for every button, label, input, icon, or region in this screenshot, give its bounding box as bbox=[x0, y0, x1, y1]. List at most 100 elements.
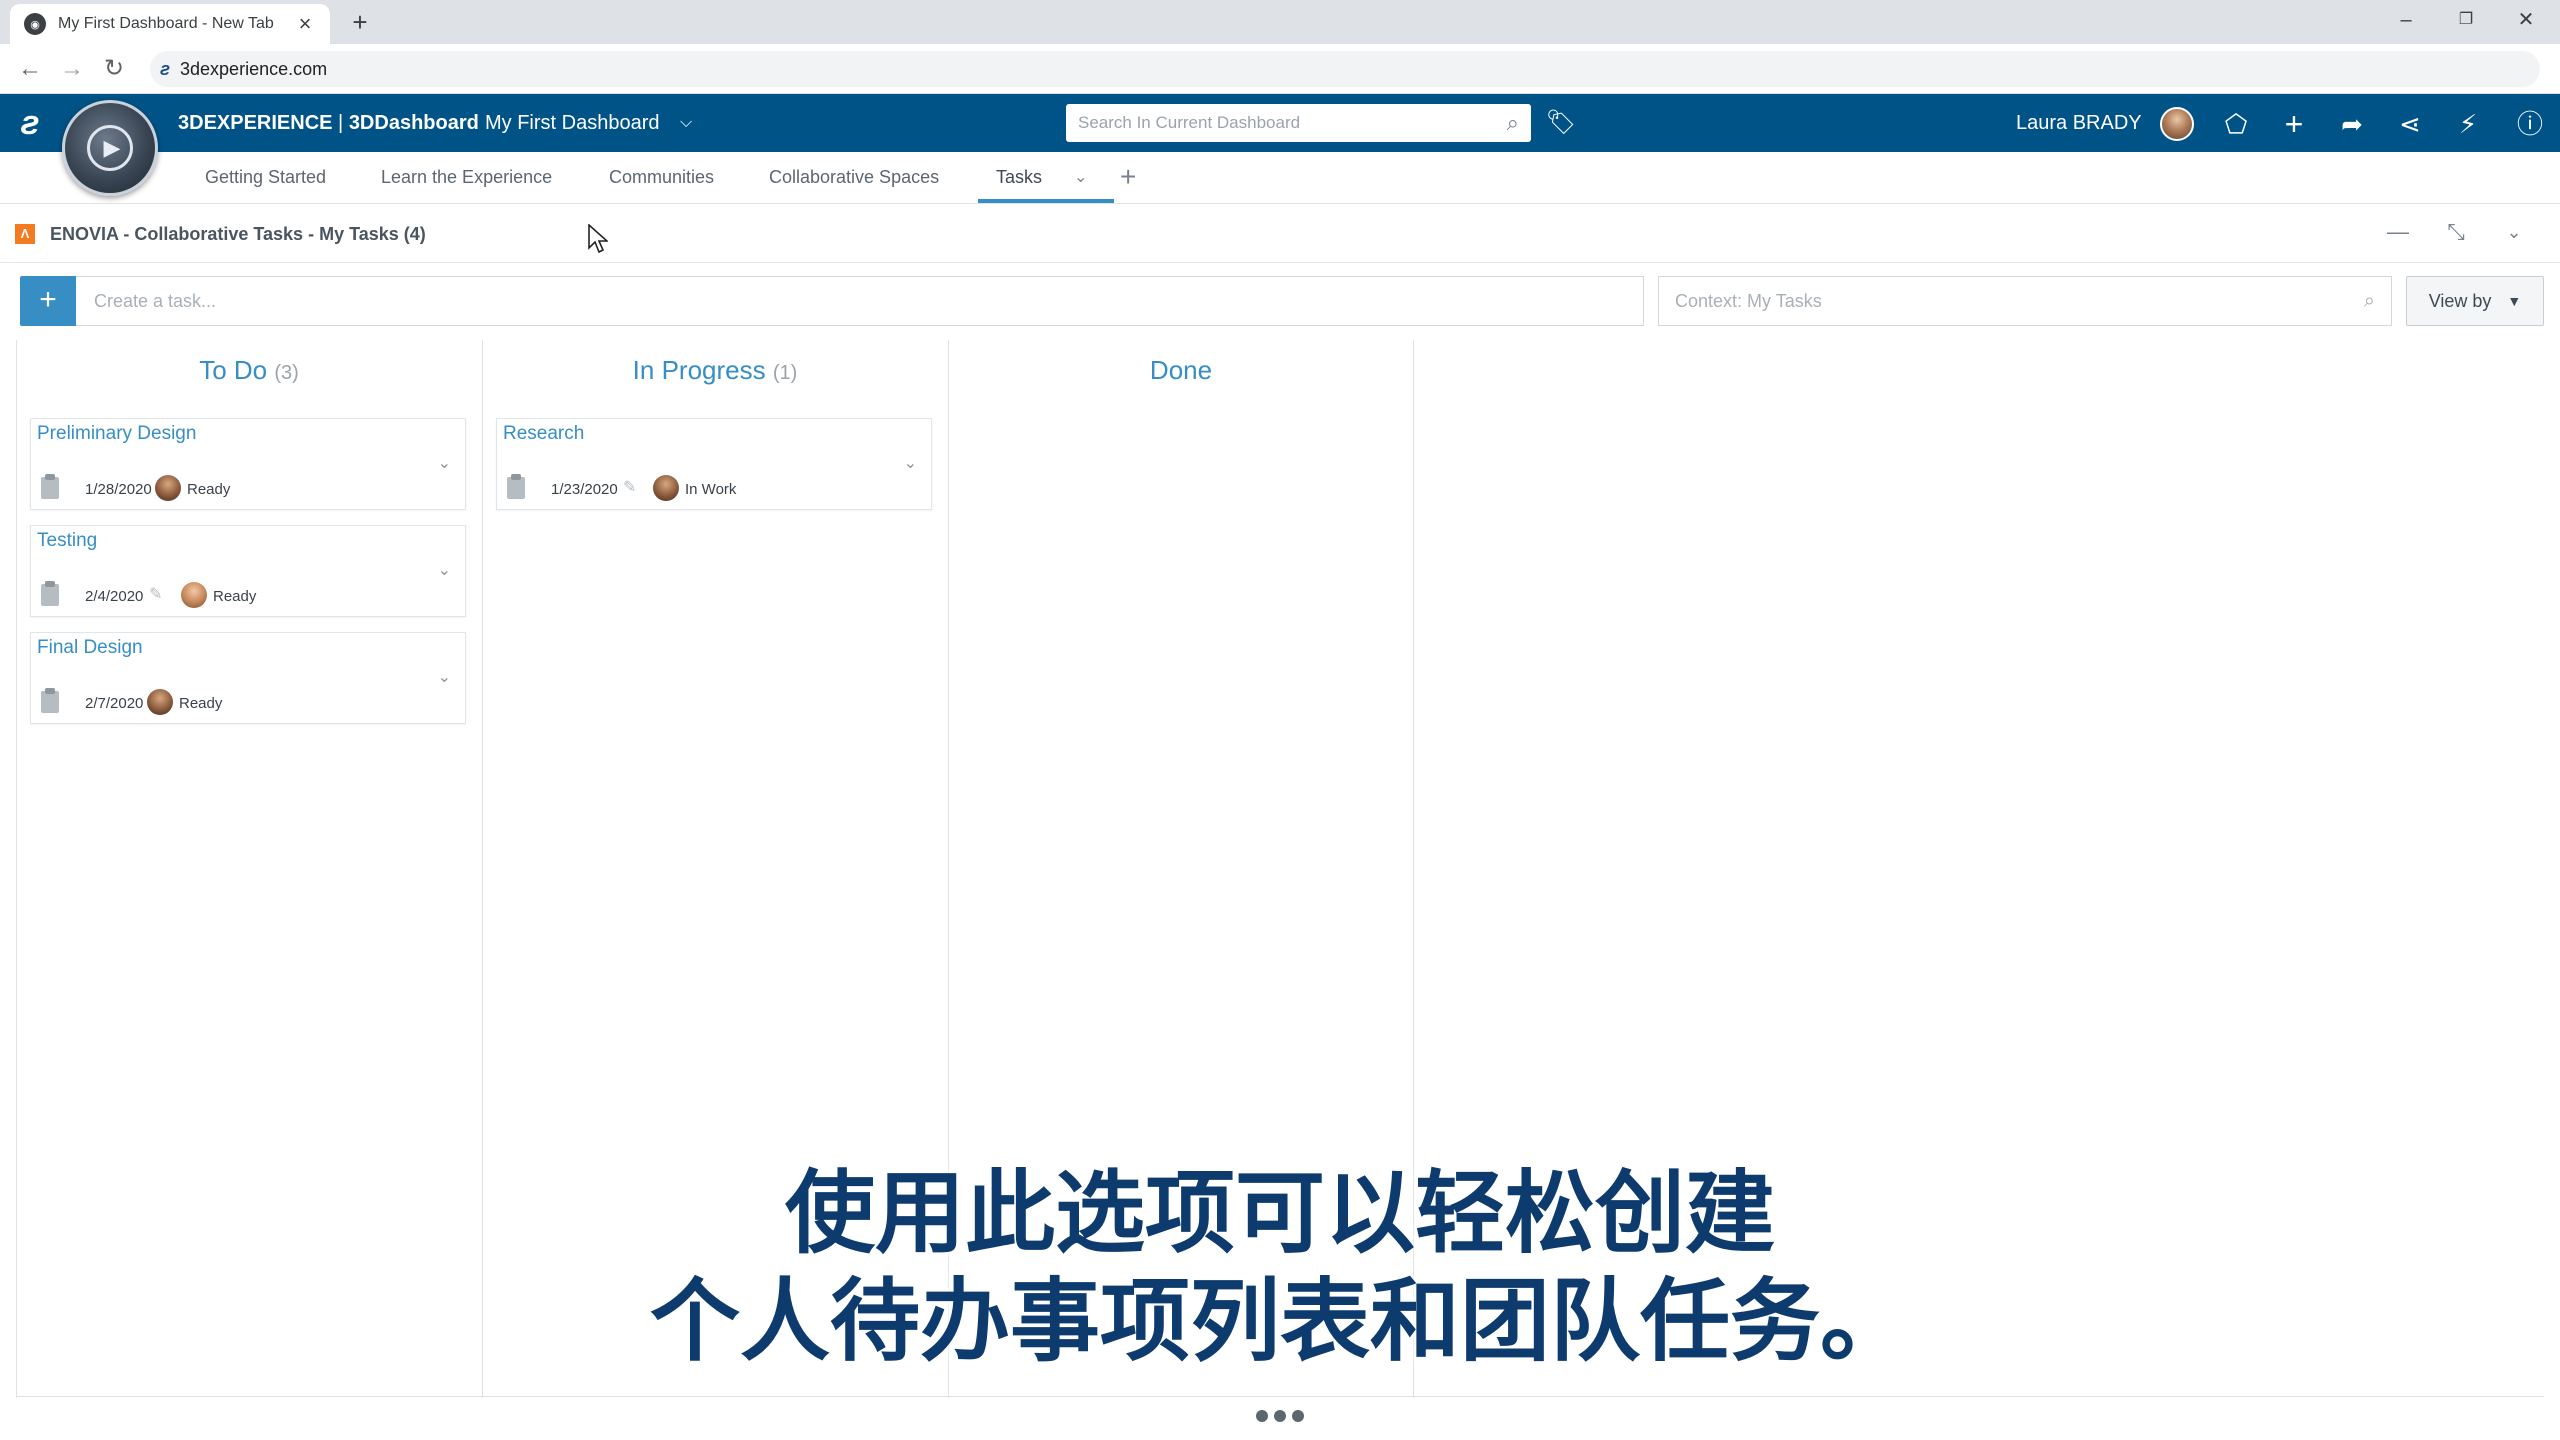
search-placeholder: Search In Current Dashboard bbox=[1078, 113, 1301, 132]
view-by-label: View by bbox=[2428, 290, 2492, 311]
search-icon[interactable]: ⌕ bbox=[1507, 110, 1519, 136]
column-header-done: Done bbox=[948, 350, 1414, 390]
column-count: (3) bbox=[274, 362, 299, 384]
task-title[interactable]: Final Design bbox=[37, 637, 143, 659]
user-name[interactable]: Laura BRADY bbox=[2016, 94, 2142, 152]
expand-chevron-icon[interactable]: ⌄ bbox=[438, 560, 451, 580]
more-dots-icon[interactable] bbox=[1256, 1408, 1304, 1424]
context-search-icon[interactable]: ⌕ bbox=[2364, 290, 2375, 313]
column-name: To Do bbox=[199, 355, 268, 385]
expand-chevron-icon[interactable]: ⌄ bbox=[438, 453, 451, 473]
widget-title: ENOVIA - Collaborative Tasks - My Tasks … bbox=[50, 224, 426, 244]
tab-communities[interactable]: Communities bbox=[609, 152, 714, 204]
task-title[interactable]: Research bbox=[503, 423, 584, 445]
browser-tab-title: My First Dashboard - New Tab bbox=[58, 15, 274, 32]
clipboard-icon bbox=[41, 581, 59, 606]
back-arrow-icon[interactable]: ← bbox=[14, 53, 46, 85]
pin-icon: ✎ bbox=[623, 479, 637, 496]
widget-menu-chevron-icon[interactable]: ⌄ bbox=[2496, 214, 2532, 250]
browser-tab[interactable]: ◉ My First Dashboard - New Tab × bbox=[10, 4, 330, 44]
column-count: (1) bbox=[772, 362, 798, 384]
minimize-widget-icon[interactable]: — bbox=[2380, 214, 2416, 250]
tag-icon[interactable]: 🏷 bbox=[1544, 106, 1578, 140]
assignee-avatar bbox=[653, 475, 679, 501]
mouse-cursor-icon bbox=[588, 224, 608, 254]
dashboard-name[interactable]: My First Dashboard bbox=[485, 94, 660, 152]
compass-button[interactable]: ▶ bbox=[62, 100, 158, 196]
brand-3dexperience: 3DEXPERIENCE bbox=[178, 112, 333, 134]
tab-tasks[interactable]: Tasks bbox=[996, 152, 1042, 204]
brand-app-name: 3DDashboard bbox=[348, 112, 479, 134]
task-status: Ready bbox=[187, 481, 231, 498]
help-icon[interactable]: ⓘ bbox=[2510, 104, 2550, 144]
brand-title: 3DEXPERIENCE | 3DDashboard bbox=[178, 94, 479, 152]
tab-collaborative-spaces[interactable]: Collaborative Spaces bbox=[769, 152, 939, 204]
restore-window-button[interactable]: ❐ bbox=[2436, 4, 2496, 36]
omnibox[interactable]: ƨ 3dexperience.com bbox=[150, 51, 2540, 87]
task-status: In Work bbox=[685, 481, 737, 498]
caret-down-icon: ▼ bbox=[2507, 293, 2522, 309]
browser-tab-strip bbox=[0, 0, 2560, 44]
task-card[interactable]: Final Design ⌄ 2/7/2020 Ready bbox=[30, 632, 466, 724]
subtitle-line-2: 个人待办事项列表和团队任务。 bbox=[650, 1269, 1910, 1374]
add-icon[interactable]: + bbox=[2274, 104, 2314, 144]
task-card[interactable]: Testing ⌄ 2/4/2020 ✎ Ready bbox=[30, 525, 466, 617]
assignee-avatar bbox=[147, 689, 173, 715]
forward-arrow-icon[interactable]: → bbox=[56, 53, 88, 85]
dashboard-search[interactable]: Search In Current Dashboard ⌕ bbox=[1066, 104, 1531, 142]
task-status: Ready bbox=[179, 695, 223, 712]
reload-icon[interactable]: ↻ bbox=[98, 53, 130, 85]
ds-logo-icon[interactable]: ƨ bbox=[8, 102, 52, 144]
column-header-in-progress: In Progress (1) bbox=[482, 350, 948, 390]
screen: ◉ My First Dashboard - New Tab × + – ❐ ✕… bbox=[0, 0, 2560, 1440]
share-arrow-icon[interactable]: ➦ bbox=[2332, 104, 2372, 144]
network-share-icon[interactable]: ⋖ bbox=[2390, 104, 2430, 144]
message-tag-icon[interactable]: ⬠ bbox=[2216, 104, 2256, 144]
task-date: 2/7/2020 bbox=[85, 695, 144, 712]
pin-icon: ✎ bbox=[149, 586, 163, 603]
task-status: Ready bbox=[213, 588, 257, 605]
site-icon: ƨ bbox=[160, 58, 171, 79]
expand-chevron-icon[interactable]: ⌄ bbox=[438, 667, 451, 687]
task-title[interactable]: Preliminary Design bbox=[37, 423, 196, 445]
task-date: 1/23/2020 bbox=[551, 481, 618, 498]
close-window-button[interactable]: ✕ bbox=[2496, 4, 2556, 36]
clipboard-icon bbox=[507, 474, 525, 499]
context-search[interactable]: Context: My Tasks ⌕ bbox=[1658, 276, 2392, 326]
address-bar-row: ← → ↻ ƨ 3dexperience.com bbox=[0, 44, 2560, 94]
column-name: In Progress bbox=[632, 355, 766, 385]
enovia-app-icon: Ʌ bbox=[15, 224, 35, 244]
assignee-avatar bbox=[181, 582, 207, 608]
user-avatar[interactable] bbox=[2160, 107, 2194, 141]
clipboard-icon bbox=[41, 474, 59, 499]
subtitle-line-1: 使用此选项可以轻松创建 bbox=[785, 1161, 1775, 1266]
board-bottom-border bbox=[16, 1396, 2544, 1397]
dot bbox=[1256, 1410, 1268, 1422]
view-by-button[interactable]: View by ▼ bbox=[2406, 276, 2544, 326]
task-card[interactable]: Preliminary Design ⌄ 1/28/2020 Ready bbox=[30, 418, 466, 510]
task-card[interactable]: Research ⌄ 1/23/2020 ✎ In Work bbox=[496, 418, 932, 510]
create-task-input[interactable] bbox=[76, 276, 1644, 326]
task-date: 2/4/2020 bbox=[85, 588, 144, 605]
column-name: Done bbox=[1149, 355, 1213, 385]
minimize-window-button[interactable]: – bbox=[2376, 4, 2436, 36]
tab-menu-chevron-icon[interactable]: ⌄ bbox=[1074, 152, 1087, 204]
clipboard-icon bbox=[41, 688, 59, 713]
play-icon: ▶ bbox=[87, 125, 133, 171]
new-tab-button[interactable]: + bbox=[344, 6, 376, 38]
task-title[interactable]: Testing bbox=[37, 530, 97, 552]
add-tab-button[interactable]: + bbox=[1120, 152, 1136, 204]
active-tab-indicator bbox=[978, 199, 1114, 203]
chevron-down-icon[interactable]: ⌵ bbox=[680, 94, 692, 152]
collapse-widget-icon[interactable]: ⤡ bbox=[2438, 214, 2474, 250]
brand-separator: | bbox=[332, 112, 349, 134]
tab-getting-started[interactable]: Getting Started bbox=[205, 152, 326, 204]
expand-chevron-icon[interactable]: ⌄ bbox=[904, 453, 917, 473]
task-date: 1/28/2020 bbox=[85, 481, 152, 498]
context-placeholder: Context: My Tasks bbox=[1675, 290, 1822, 311]
tab-learn-the-experience[interactable]: Learn the Experience bbox=[381, 152, 552, 204]
close-tab-icon[interactable]: × bbox=[294, 13, 316, 35]
video-subtitle: 使用此选项可以轻松创建 个人待办事项列表和团队任务。 bbox=[0, 1160, 2560, 1376]
apps-compass-icon[interactable]: ⚡ bbox=[2448, 104, 2488, 144]
add-task-button[interactable]: + bbox=[20, 276, 76, 326]
